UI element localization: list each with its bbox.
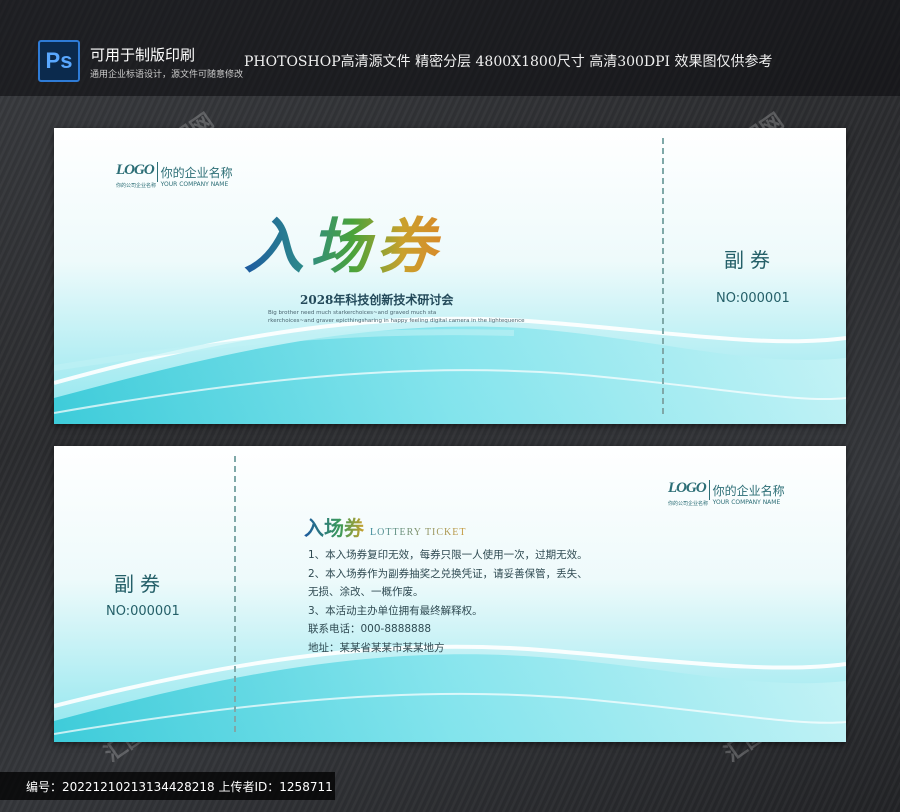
rule-line: 2、本入场券作为副券抽奖之兑换凭证，请妥善保管，丢失、 (308, 567, 588, 580)
rule-line: 无损、涂改、一概作废。 (308, 586, 424, 598)
company-name: 你的企业名称 (160, 166, 233, 180)
ticket-title-en: LOTTERY TICKET (370, 527, 467, 538)
logo-mark: LOGO (116, 162, 155, 178)
event-subtitle: 2028年科技创新技术研讨会 (300, 293, 454, 307)
english-text-line-2: rkerchoices~and graver epicthingsharing … (268, 318, 525, 324)
ticket-main: LOGO 你的企业名称 YOUR COMPANY NAME 你的公司企业名称 入… (54, 128, 846, 424)
top-banner: Ps 可用于制版印刷 通用企业标语设计，源文件可随意修改 PHOTOSHOP高清… (0, 0, 900, 96)
contact-phone: 联系电话：000-8888888 (308, 623, 432, 635)
company-name: 你的企业名称 (712, 484, 785, 498)
footer-id-bar: 编号：20221210213134428218 上传者ID：1258711 (0, 772, 335, 800)
contact-address: 地址：某某省某某市某某地方 (308, 641, 445, 654)
logo-text-group: 你的企业名称 YOUR COMPANY NAME (160, 162, 233, 189)
company-name-en: YOUR COMPANY NAME (712, 499, 781, 506)
ticket-title: 入场券 (304, 512, 364, 541)
company-name-small: 你的公司企业名称 (668, 501, 709, 507)
company-name-small: 你的公司企业名称 (116, 183, 157, 189)
stub-number: NO:000001 (106, 604, 180, 619)
photoshop-icon: Ps (38, 40, 80, 82)
logo-mark: LOGO (668, 480, 707, 496)
ticket-title: 入场券 (244, 198, 442, 285)
english-text-line-1: Big brother need much starkerchoices~and… (268, 310, 437, 316)
banner-subtitle: 通用企业标语设计，源文件可随意修改 (90, 70, 244, 80)
banner-info: PHOTOSHOP高清源文件 精密分层 4800X1800尺寸 高清300DPI… (244, 54, 773, 70)
perforation-line (662, 138, 664, 414)
ticket-title-group: 入场券 LOTTERY TICKET (304, 512, 467, 541)
rule-line: 1、本入场券复印无效，每券只限一人使用一次，过期无效。 (308, 549, 588, 561)
logo-divider (708, 480, 710, 500)
company-name-en: YOUR COMPANY NAME (160, 181, 229, 188)
stub-title: 副券 (114, 572, 166, 596)
stub-title: 副券 (724, 248, 776, 272)
perforation-line (234, 456, 236, 732)
ticket-rules: 1、本入场券复印无效，每券只限一人使用一次，过期无效。 2、本入场券作为副券抽奖… (308, 546, 588, 657)
ticket-back: 副券 NO:000001 LOGO 你的企业名称 YOUR COMPANY NA… (54, 446, 846, 742)
rule-line: 3、本活动主办单位拥有最终解释权。 (308, 604, 483, 617)
logo-divider (156, 162, 158, 182)
logo-text-group: 你的企业名称 YOUR COMPANY NAME (712, 480, 785, 507)
stub-number: NO:000001 (716, 291, 790, 306)
banner-title: 可用于制版印刷 (90, 46, 196, 64)
